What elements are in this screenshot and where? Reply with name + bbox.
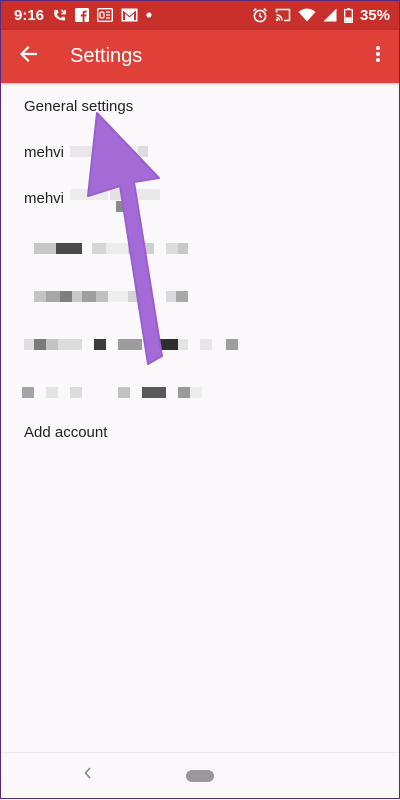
gmail-icon bbox=[121, 8, 138, 22]
arrow-back-icon bbox=[19, 45, 38, 68]
page-title: Settings bbox=[70, 45, 143, 67]
redacted-account-item-6[interactable] bbox=[0, 359, 400, 405]
general-settings-label: General settings bbox=[24, 97, 134, 115]
nav-back-button[interactable] bbox=[78, 765, 98, 785]
account-item-1[interactable]: mehvi bbox=[0, 129, 400, 175]
more-options-button[interactable] bbox=[366, 37, 390, 77]
status-bar: 9:16 35% bbox=[0, 0, 400, 30]
redacted-account-item-3[interactable] bbox=[0, 221, 400, 267]
app-bar: Settings bbox=[0, 30, 400, 83]
redacted-account-item-4[interactable] bbox=[0, 267, 400, 313]
battery-percent: 35% bbox=[359, 6, 390, 24]
alarm-icon bbox=[252, 7, 268, 23]
wifi-icon bbox=[298, 8, 316, 22]
more-vert-icon bbox=[375, 45, 381, 68]
chevron-left-icon bbox=[83, 766, 93, 784]
cast-icon bbox=[275, 8, 291, 22]
outlook-icon bbox=[97, 8, 114, 22]
missed-call-icon bbox=[52, 8, 67, 23]
facebook-icon bbox=[75, 8, 90, 22]
notification-dot-icon bbox=[146, 12, 152, 18]
add-account-label: Add account bbox=[24, 423, 108, 441]
navigation-bar bbox=[0, 752, 400, 800]
signal-icon bbox=[323, 8, 337, 22]
redacted-account-item-5[interactable] bbox=[0, 313, 400, 359]
battery-icon bbox=[344, 7, 353, 23]
back-button[interactable] bbox=[8, 37, 48, 77]
account-name-2: mehvi bbox=[24, 189, 65, 207]
status-time: 9:16 bbox=[14, 6, 45, 24]
account-name-1: mehvi bbox=[24, 143, 65, 161]
nav-home-pill[interactable] bbox=[186, 770, 214, 782]
add-account-item[interactable]: Add account bbox=[0, 409, 400, 455]
account-item-2[interactable]: mehvi bbox=[0, 175, 400, 221]
general-settings-item[interactable]: General settings bbox=[0, 83, 400, 129]
